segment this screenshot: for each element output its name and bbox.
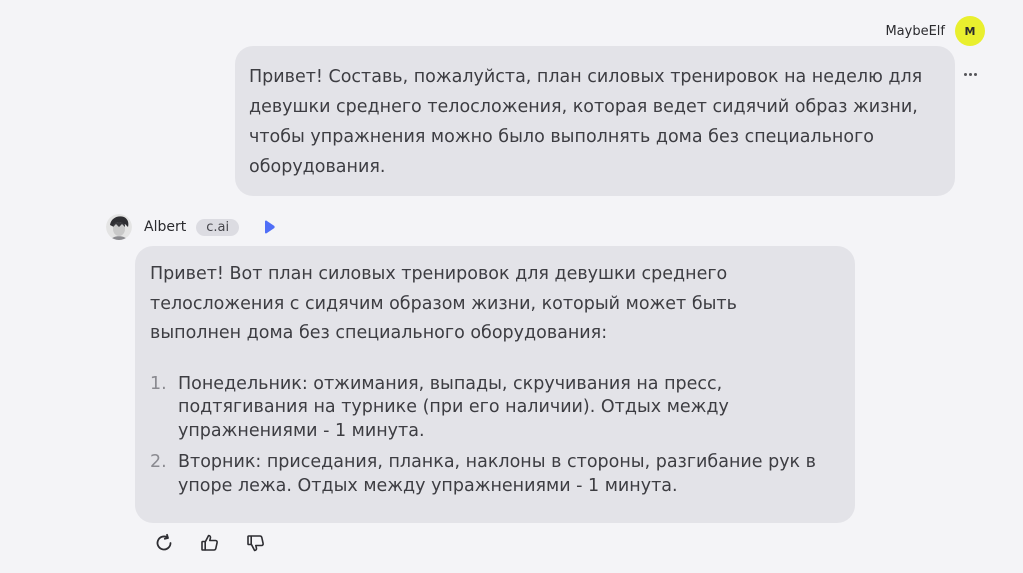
user-message-text: Привет! Составь, пожалуйста, план силовы… [249,62,941,182]
bot-message-bubble: Привет! Вот план силовых тренировок для … [135,246,855,523]
user-message-line: чтобы упражнения можно было выполнять до… [249,127,874,147]
like-button[interactable] [198,531,222,555]
list-item-line: Понедельник: отжимания, выпады, скручива… [178,373,723,394]
user-message-line: Привет! Составь, пожалуйста, план силовы… [249,67,923,87]
user-message-bubble: Привет! Составь, пожалуйста, план силовы… [235,46,955,196]
list-item-text: Понедельник: отжимания, выпады, скручива… [178,373,729,444]
bot-intro-line: выполнен дома без специального оборудова… [150,323,608,343]
list-item: 1. Понедельник: отжимания, выпады, скруч… [150,373,840,444]
user-header: MaybeElf M [885,16,985,46]
bot-intro-line: телосложения с сидячим образом жизни, ко… [150,293,737,314]
user-message-line: девушки среднего телосложения, которая в… [249,97,918,117]
thumbs-down-icon [247,535,264,552]
user-avatar-letter: M [964,24,976,38]
user-name: MaybeElf [885,23,945,39]
play-icon[interactable] [261,219,277,235]
user-avatar[interactable]: M [955,16,985,46]
bot-header: Albert c.ai [106,214,277,240]
bot-name: Albert [144,219,187,235]
workout-list: 1. Понедельник: отжимания, выпады, скруч… [150,373,840,499]
list-item-number: 1. [150,373,167,394]
bot-badge: c.ai [196,218,240,236]
regenerate-button[interactable] [152,531,176,555]
list-item-line: подтягивания на турнике (при его наличии… [178,397,729,417]
user-message-line: оборудования. [249,157,386,177]
list-item-text: Вторник: приседания, планка, наклоны в с… [178,451,816,498]
more-horizontal-icon [968,72,972,76]
more-options-button[interactable] [960,64,980,84]
list-item-line: упражнениями - 1 минута. [178,420,425,441]
more-horizontal-icon [973,72,977,76]
thumbs-up-icon [201,534,218,551]
dislike-button[interactable] [244,531,268,555]
bot-avatar[interactable] [106,214,132,240]
list-item: 2. Вторник: приседания, планка, наклоны … [150,451,840,498]
message-actions [152,531,268,555]
bot-intro-line: Привет! Вот план силовых тренировок для … [150,264,728,284]
bot-intro-text: Привет! Вот план силовых тренировок для … [150,260,840,349]
more-horizontal-icon [963,72,967,76]
refresh-icon [156,533,172,551]
list-item-line: упоре лежа. Отдых между упражнениями - 1… [178,475,678,496]
list-item-number: 2. [150,452,167,472]
list-item-line: Вторник: приседания, планка, наклоны в с… [178,452,816,472]
